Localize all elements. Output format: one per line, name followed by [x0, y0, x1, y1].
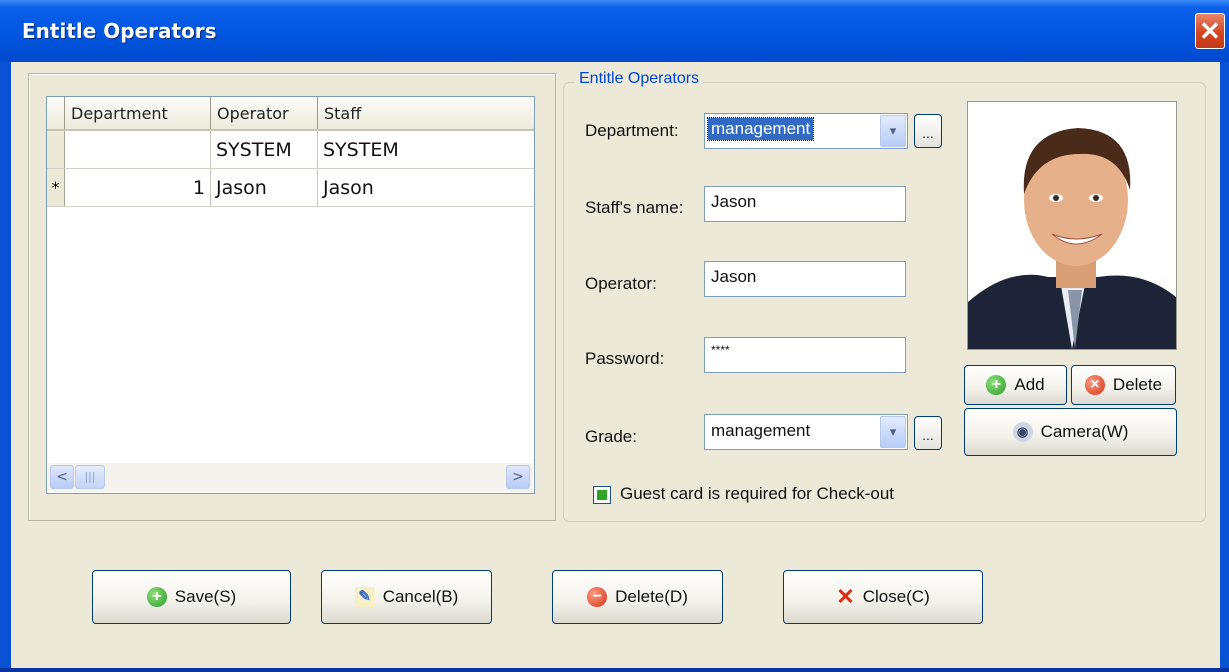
operators-grid[interactable]: Department Operator Staff SYSTEM SYSTEM …	[46, 96, 535, 494]
grade-label: Grade:	[585, 427, 637, 446]
title-bar: Entitle Operators ✕	[0, 0, 1229, 62]
save-button[interactable]: + Save(S)	[92, 570, 291, 624]
cell-department[interactable]: 1	[65, 169, 211, 206]
department-combo[interactable]: management ▾	[704, 113, 908, 149]
header-indicator-cell	[47, 97, 65, 129]
chevron-down-icon[interactable]: ▾	[880, 416, 906, 448]
delete-photo-label: Delete	[1112, 375, 1163, 394]
staff-name-label: Staff's name:	[585, 198, 684, 217]
chevron-down-icon[interactable]: ▾	[880, 115, 906, 147]
scroll-left-icon[interactable]: <	[50, 465, 74, 489]
grade-combo[interactable]: management ▾	[704, 414, 908, 450]
operator-label: Operator:	[585, 274, 657, 293]
portrait-image	[968, 102, 1176, 349]
close-button[interactable]: ✕ Close(C)	[783, 570, 983, 624]
cell-operator[interactable]: SYSTEM	[211, 131, 318, 168]
cell-staff[interactable]: SYSTEM	[318, 131, 448, 168]
window-bottom-border	[0, 668, 1229, 672]
window-title: Entitle Operators	[22, 19, 217, 43]
webcam-icon: ◉	[1012, 422, 1033, 442]
guest-card-label: Guest card is required for Check-out	[620, 484, 895, 503]
delete-label: Delete(D)	[615, 587, 688, 606]
cell-department[interactable]	[65, 131, 211, 168]
plus-icon: +	[986, 375, 1007, 395]
delete-button[interactable]: − Delete(D)	[552, 570, 723, 624]
row-indicator[interactable]: *	[47, 169, 65, 206]
column-header-operator[interactable]: Operator	[211, 97, 318, 129]
add-photo-label: Add	[1014, 375, 1045, 394]
plus-icon: +	[146, 587, 167, 607]
pencil-icon: ✎	[354, 587, 375, 607]
camera-button[interactable]: ◉ Camera(W)	[964, 408, 1177, 456]
cell-staff[interactable]: Jason	[318, 169, 448, 206]
row-indicator[interactable]	[47, 131, 65, 168]
column-header-department[interactable]: Department	[65, 97, 211, 129]
dialog-client-area: Department Operator Staff SYSTEM SYSTEM …	[11, 62, 1220, 668]
cell-operator[interactable]: Jason	[211, 169, 318, 206]
group-title: Entitle Operators	[575, 70, 704, 88]
department-label: Department:	[585, 121, 679, 140]
close-icon: ✕	[836, 584, 855, 609]
minus-icon: −	[587, 587, 608, 607]
delete-icon: ×	[1084, 375, 1105, 395]
table-row[interactable]: * 1 Jason Jason	[47, 169, 534, 207]
password-input[interactable]: ****	[704, 337, 906, 373]
horizontal-scrollbar[interactable]: < ||| >	[48, 463, 533, 492]
staff-name-input[interactable]: Jason	[704, 186, 906, 222]
staff-photo	[967, 101, 1177, 350]
cancel-button[interactable]: ✎ Cancel(B)	[321, 570, 492, 624]
password-label: Password:	[585, 349, 665, 368]
grade-value: management	[711, 421, 811, 440]
department-value: management	[706, 117, 815, 141]
column-header-staff[interactable]: Staff	[318, 97, 428, 129]
department-browse-button[interactable]: ...	[914, 114, 942, 148]
scroll-thumb[interactable]: |||	[75, 465, 105, 489]
operator-input[interactable]: Jason	[704, 261, 906, 297]
save-label: Save(S)	[174, 587, 237, 606]
delete-photo-button[interactable]: × Delete	[1071, 365, 1176, 405]
grade-browse-button[interactable]: ...	[914, 416, 942, 450]
table-row[interactable]: SYSTEM SYSTEM	[47, 131, 534, 169]
camera-label: Camera(W)	[1040, 422, 1129, 441]
close-label: Close(C)	[862, 587, 930, 606]
scroll-right-icon[interactable]: >	[506, 465, 530, 489]
window-close-button[interactable]: ✕	[1195, 13, 1225, 49]
cancel-label: Cancel(B)	[382, 587, 459, 606]
add-photo-button[interactable]: + Add	[964, 365, 1067, 405]
guest-card-checkbox[interactable]	[593, 486, 611, 504]
grid-header: Department Operator Staff	[47, 97, 534, 131]
